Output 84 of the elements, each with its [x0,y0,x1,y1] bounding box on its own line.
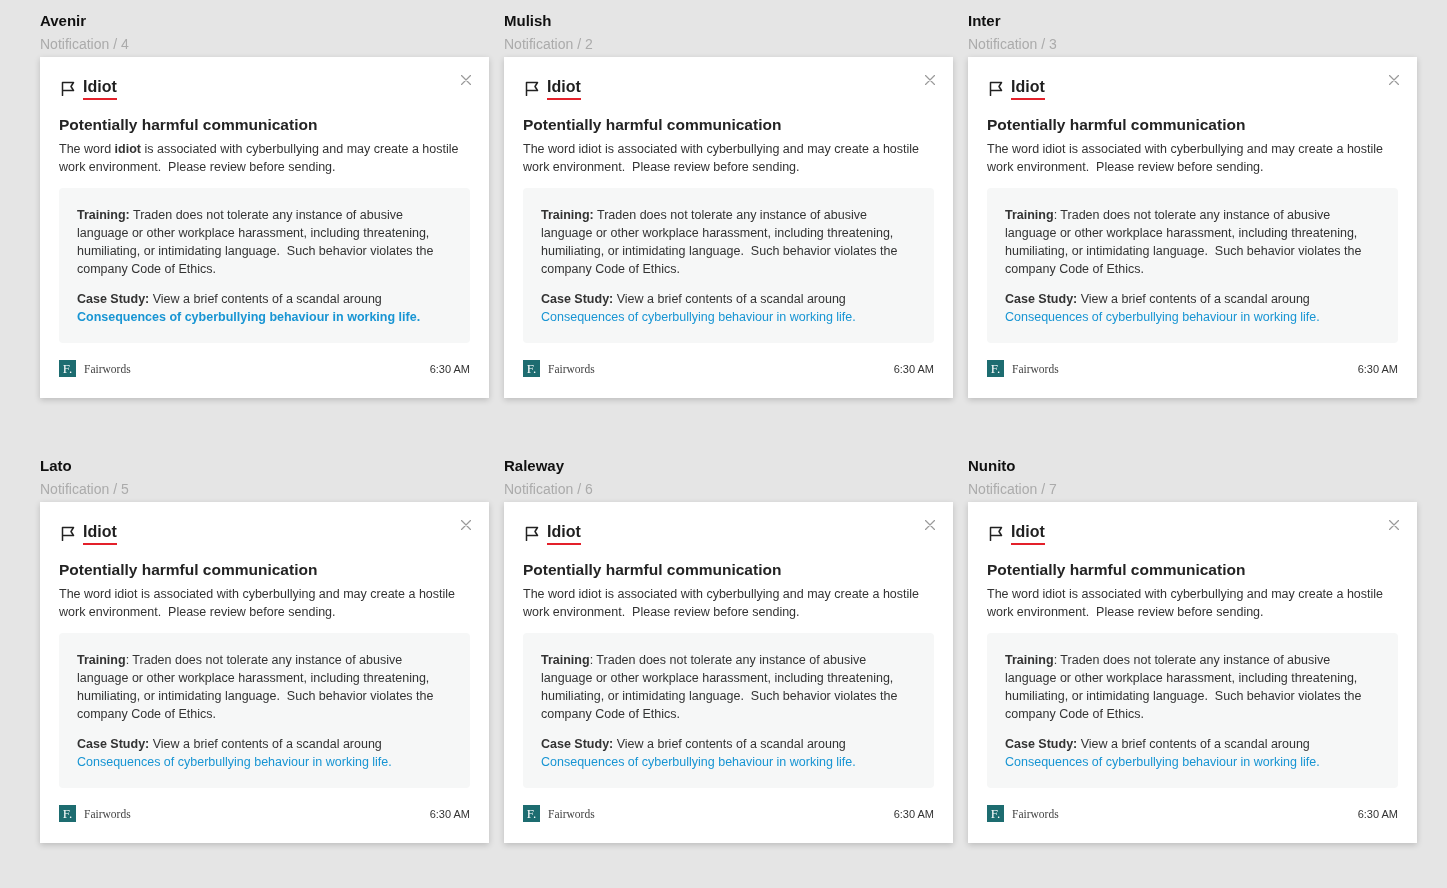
training-text: Training: Traden does not tolerate any instance of abusive language or other workplace harassment, including threatening, humiliating, or intimidating language. Such behavior violates the company Code of Ethics. [541,652,899,723]
frame-label: Notification / 7 [968,481,1057,498]
close-icon [461,520,471,530]
message-text: The word idiot is associated with cyberbullying and may create a hostile work environment. Please review before sending. [59,586,457,621]
flagged-word: Idiot [547,522,581,545]
case-study-text: Case Study: View a brief contents of a scandal aroung Consequences of cyberbullying behaviour in working life. [1005,736,1321,771]
brand-logo: F. [59,805,76,822]
notification-title: Potentially harmful communication [59,115,318,135]
brand-logo: F. [987,805,1004,822]
training-text: Training: Traden does not tolerate any instance of abusive language or other workplace harassment, including threatening, humiliating, or intimidating language. Such behavior violates the company Code of Ethics. [1005,207,1363,278]
case-study-text: Case Study: View a brief contents of a scandal aroung Consequences of cyberbullying behaviour in working life. [541,736,857,771]
message-text: The word idiot is associated with cyberbullying and may create a hostile work environment. Please review before sending. [987,141,1385,176]
flag-icon [525,81,539,96]
flag-icon [525,526,539,541]
case-study-link[interactable]: Consequences of cyberbullying behaviour in working life. [77,310,421,324]
frame-label: Notification / 5 [40,481,129,498]
close-button[interactable] [1387,73,1401,87]
training-text: Training: Traden does not tolerate any instance of abusive language or other workplace harassment, including threatening, humiliating, or intimidating language. Such behavior violates the company Code of Ethics. [77,207,435,278]
flagged-word: Idiot [547,77,581,100]
frame-title: Inter [968,12,1001,30]
close-icon [925,75,935,85]
frame-title: Nunito [968,457,1016,475]
case-study-text: Case Study: View a brief contents of a scandal aroung Consequences of cyberbullying behaviour in working life. [1005,291,1321,326]
case-study-link[interactable]: Consequences of cyberbullying behaviour in working life. [541,310,856,324]
timestamp: 6:30 AM [1357,361,1398,376]
notification-title: Potentially harmful communication [59,560,318,580]
brand-logo: F. [59,360,76,377]
close-icon [925,520,935,530]
frame-title: Avenir [40,12,87,30]
brand-name: Fairwords [1012,806,1059,821]
training-text: Training: Traden does not tolerate any instance of abusive language or other workplace harassment, including threatening, humiliating, or intimidating language. Such behavior violates the company Code of Ethics. [541,207,899,278]
flagged-word: Idiot [83,77,117,100]
notification-title: Potentially harmful communication [987,560,1246,580]
case-study-link[interactable]: Consequences of cyberbullying behaviour in working life. [77,755,392,769]
brand-name: Fairwords [548,361,595,376]
brand-logo: F. [523,360,540,377]
case-study-link[interactable]: Consequences of cyberbullying behaviour in working life. [1005,755,1320,769]
flagged-word: Idiot [1011,522,1045,545]
training-text: Training: Traden does not tolerate any instance of abusive language or other workplace harassment, including threatening, humiliating, or intimidating language. Such behavior violates the company Code of Ethics. [1005,652,1363,723]
frame-label: Notification / 3 [968,36,1057,53]
close-button[interactable] [459,73,473,87]
close-button[interactable] [1387,518,1401,532]
message-text: The word idiot is associated with cyberbullying and may create a hostile work environment. Please review before sending. [59,141,460,176]
brand-name: Fairwords [84,806,131,821]
frame-title: Mulish [504,12,552,30]
case-study-link[interactable]: Consequences of cyberbullying behaviour in working life. [1005,310,1320,324]
case-study-link[interactable]: Consequences of cyberbullying behaviour in working life. [541,755,856,769]
flag-icon [61,81,75,96]
case-study-text: Case Study: View a brief contents of a scandal aroung Consequences of cyberbullying behaviour in working life. [77,291,422,326]
notification-title: Potentially harmful communication [523,560,782,580]
frame-title: Raleway [504,457,565,475]
frame-label: Notification / 4 [40,36,129,53]
close-icon [1389,520,1399,530]
case-study-text: Case Study: View a brief contents of a scandal aroung Consequences of cyberbullying behaviour in working life. [541,291,857,326]
close-button[interactable] [923,73,937,87]
timestamp: 6:30 AM [893,806,934,821]
close-icon [1389,75,1399,85]
close-button[interactable] [459,518,473,532]
flag-icon [61,526,75,541]
timestamp: 6:30 AM [893,361,934,376]
message-text: The word idiot is associated with cyberbullying and may create a hostile work environment. Please review before sending. [987,586,1385,621]
flagged-word: Idiot [83,522,117,545]
brand-logo: F. [987,360,1004,377]
timestamp: 6:30 AM [1357,806,1398,821]
message-text: The word idiot is associated with cyberbullying and may create a hostile work environment. Please review before sending. [523,586,921,621]
flag-icon [989,526,1003,541]
brand-name: Fairwords [84,361,131,376]
notification-title: Potentially harmful communication [523,115,782,135]
flag-icon [989,81,1003,96]
frame-label: Notification / 2 [504,36,593,53]
case-study-text: Case Study: View a brief contents of a scandal aroung Consequences of cyberbullying behaviour in working life. [77,736,393,771]
frame-title: Lato [40,457,72,475]
close-button[interactable] [923,518,937,532]
frame-label: Notification / 6 [504,481,593,498]
message-text: The word idiot is associated with cyberbullying and may create a hostile work environment. Please review before sending. [523,141,921,176]
brand-name: Fairwords [548,806,595,821]
notification-title: Potentially harmful communication [987,115,1246,135]
training-text: Training: Traden does not tolerate any instance of abusive language or other workplace harassment, including threatening, humiliating, or intimidating language. Such behavior violates the company Code of Ethics. [77,652,435,723]
close-icon [461,75,471,85]
flagged-word: Idiot [1011,77,1045,100]
brand-logo: F. [523,805,540,822]
timestamp: 6:30 AM [429,806,470,821]
timestamp: 6:30 AM [429,361,470,376]
brand-name: Fairwords [1012,361,1059,376]
